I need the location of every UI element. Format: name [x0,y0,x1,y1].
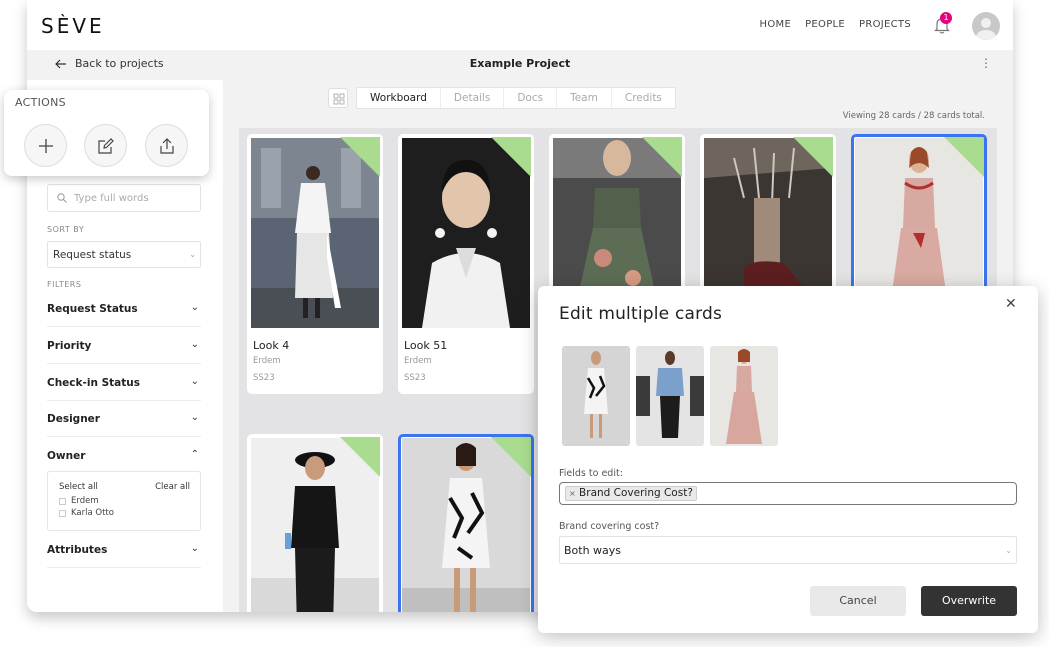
selected-card-thumbnail [710,346,778,446]
fields-to-edit-label: Fields to edit: [559,468,623,479]
selected-card-thumbnail [562,346,630,446]
nav-people[interactable]: PEOPLE [805,19,845,30]
status-corner [944,137,984,177]
share-button[interactable] [145,124,188,167]
tab-details[interactable]: Details [441,88,505,108]
tab-team[interactable]: Team [557,88,612,108]
viewing-count: Viewing 28 cards / 28 cards total. [842,111,985,121]
filter-label: Priority [47,340,92,352]
select-all-link[interactable]: Select all [59,482,98,492]
card-designer: Erdem [404,356,432,366]
filter-check-in-status[interactable]: Check-in Status ⌄ [47,364,201,401]
upload-icon [159,137,174,154]
card-season: SS23 [253,373,275,383]
edit-multiple-cards-modal: ✕ Edit multiple cards Fields to edit: × … [538,286,1038,633]
field-chip[interactable]: × Brand Covering Cost? [565,486,697,501]
project-tabs: Workboard Details Docs Team Credits [356,87,676,109]
look-card-selected[interactable] [398,434,534,612]
chevron-up-icon: ⌃ [190,449,199,460]
chip-label: Brand Covering Cost? [579,487,693,499]
plus-icon [38,138,53,153]
look-card[interactable]: Look 4 Erdem SS23 [247,134,383,394]
actions-heading: ACTIONS [15,96,66,109]
project-subbar: Back to projects Example Project ⋮ [27,50,1013,80]
actions-panel: ACTIONS [4,90,209,176]
nav-projects[interactable]: PROJECTS [859,19,911,30]
tab-credits[interactable]: Credits [612,88,675,108]
status-corner [793,137,833,177]
owner-option-erdem[interactable]: Erdem [59,496,99,506]
look-card[interactable]: Look 51 Erdem SS23 [398,134,534,394]
selected-card-thumbnail [636,346,704,446]
edit-button[interactable] [84,124,127,167]
brand-covering-cost-select[interactable]: Both ways ⌄ [559,536,1017,564]
status-corner [340,437,380,477]
filter-label: Check-in Status [47,377,141,389]
checkbox[interactable] [59,497,66,505]
owner-option-karla-otto[interactable]: Karla Otto [59,508,114,518]
project-title: Example Project [469,57,571,70]
card-season: SS23 [404,373,426,383]
clear-all-link[interactable]: Clear all [155,482,190,492]
look-card[interactable] [247,434,383,612]
fields-to-edit-input[interactable]: × Brand Covering Cost? [559,482,1017,505]
filters-label: FILTERS [47,280,82,289]
brand-covering-cost-label: Brand covering cost? [559,521,660,532]
sort-by-label: SORT BY [47,225,85,234]
filter-designer[interactable]: Designer ⌄ [47,400,201,437]
checkbox[interactable] [59,509,66,517]
nav-links: HOME PEOPLE PROJECTS [760,19,911,30]
card-title: Look 51 [404,339,448,352]
avatar[interactable] [972,12,1000,40]
owner-option-label: Erdem [71,496,99,506]
top-navigation: SÈVE HOME PEOPLE PROJECTS 1 [27,0,1013,50]
sort-select[interactable]: Request status ⌄ [47,241,201,268]
chevron-down-icon: ⌄ [190,376,199,387]
filter-attributes[interactable]: Attributes ⌄ [47,531,201,568]
card-title: Look 4 [253,339,290,352]
owner-filter-options: Select all Clear all Erdem Karla Otto [47,471,201,531]
tab-workboard[interactable]: Workboard [357,88,441,108]
more-vertical-icon[interactable]: ⋮ [980,56,992,70]
filter-owner[interactable]: Owner ⌃ [47,437,201,474]
cancel-button[interactable]: Cancel [810,586,906,616]
status-corner [491,437,531,477]
chevron-down-icon: ⌄ [190,412,199,423]
status-corner [340,137,380,177]
filter-label: Designer [47,413,100,425]
filter-priority[interactable]: Priority ⌄ [47,327,201,364]
chevron-down-icon: ⌄ [190,302,199,313]
overwrite-button[interactable]: Overwrite [921,586,1017,616]
filter-label: Attributes [47,544,108,556]
bcc-value: Both ways [564,544,622,557]
notification-badge: 1 [940,12,952,24]
chevron-down-icon: ⌄ [1005,546,1012,555]
card-designer: Erdem [253,356,281,366]
search-placeholder: Type full words [74,192,149,204]
nav-home[interactable]: HOME [760,19,792,30]
owner-option-label: Karla Otto [71,508,114,518]
filter-label: Request Status [47,303,138,315]
grid-view-icon[interactable] [328,88,348,108]
chevron-down-icon: ⌄ [190,543,199,554]
brand-logo[interactable]: SÈVE [41,14,105,38]
filter-label: Owner [47,450,86,462]
chevron-down-icon: ⌄ [189,250,196,259]
close-icon[interactable]: ✕ [1005,296,1017,312]
status-corner [491,137,531,177]
search-icon [57,193,67,203]
tab-docs[interactable]: Docs [504,88,558,108]
chevron-down-icon: ⌄ [190,339,199,350]
modal-title: Edit multiple cards [559,304,723,324]
user-icon [976,18,996,40]
add-button[interactable] [24,124,67,167]
sort-value: Request status [53,249,132,261]
chip-remove-icon[interactable]: × [569,489,576,498]
search-input[interactable]: Type full words [47,184,201,212]
edit-icon [97,137,114,154]
filter-request-status[interactable]: Request Status ⌄ [47,290,201,327]
status-corner [642,137,682,177]
